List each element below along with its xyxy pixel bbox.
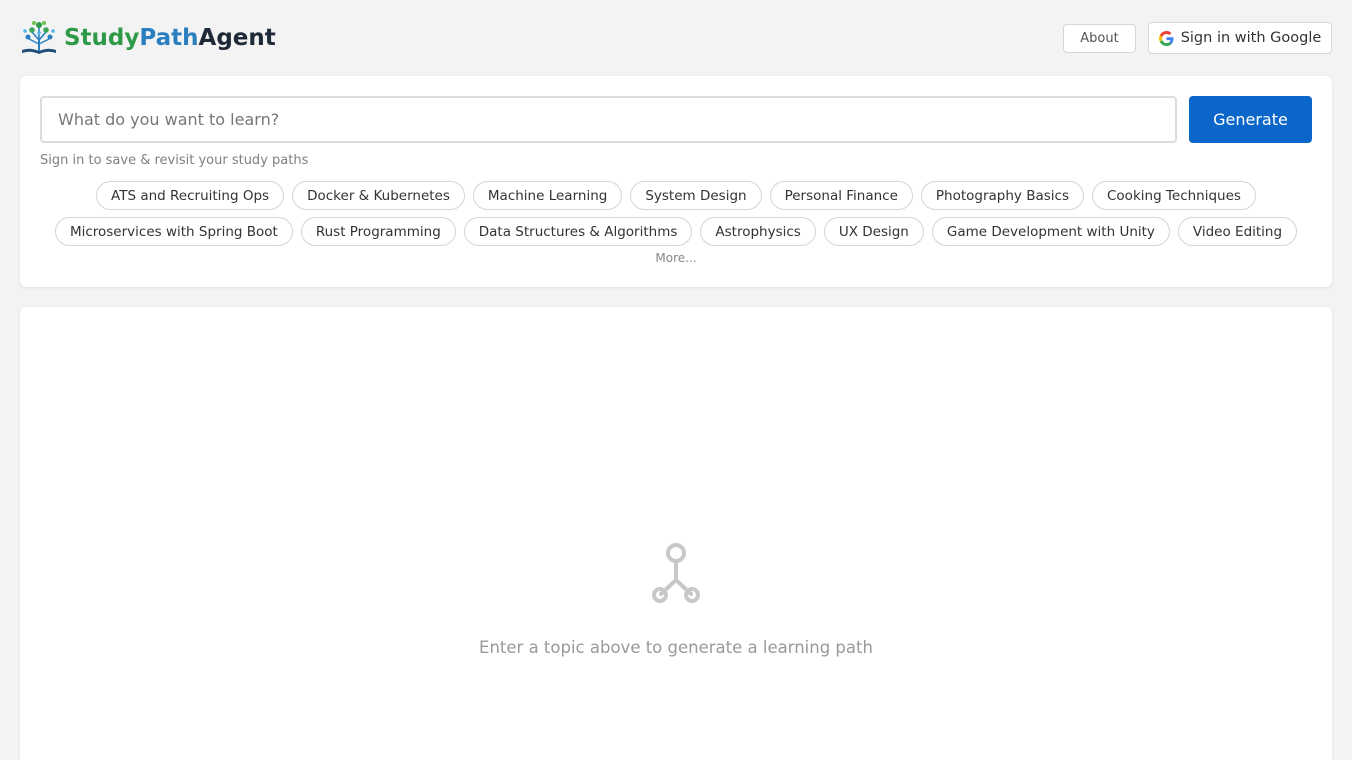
suggestion-chip[interactable]: UX Design (823, 217, 924, 246)
suggestion-chip[interactable]: Docker & Kubernetes (292, 181, 465, 210)
empty-state-message: Enter a topic above to generate a learni… (479, 638, 873, 657)
sign-in-hint: Sign in to save & revisit your study pat… (40, 153, 309, 168)
brand-part-path: Path (139, 25, 199, 51)
suggestion-chip[interactable]: Astrophysics (700, 217, 816, 246)
suggestion-chip[interactable]: ATS and Recruiting Ops (96, 181, 285, 210)
generate-button[interactable]: Generate (1189, 96, 1312, 143)
brand-part-agent: Agent (198, 25, 276, 51)
suggestion-chip[interactable]: Cooking Techniques (1092, 181, 1256, 210)
learning-path-panel: Enter a topic above to generate a learni… (20, 307, 1332, 760)
header: StudyPathAgent About Sign in with Google (0, 0, 1352, 76)
suggestion-row-1: ATS and Recruiting Ops Docker & Kubernet… (20, 181, 1332, 210)
brand-part-study: Study (64, 25, 140, 51)
suggestion-chip[interactable]: Video Editing (1177, 217, 1298, 246)
branch-path-icon (652, 543, 700, 603)
suggestion-chip[interactable]: Rust Programming (300, 217, 456, 246)
logo[interactable]: StudyPathAgent (20, 18, 276, 58)
suggestion-chip[interactable]: Data Structures & Algorithms (463, 217, 693, 246)
suggestion-chip[interactable]: Personal Finance (769, 181, 913, 210)
search-panel: Generate Sign in to save & revisit your … (20, 76, 1332, 287)
sign-in-google-button[interactable]: Sign in with Google (1148, 22, 1332, 54)
suggestion-chip[interactable]: Game Development with Unity (931, 217, 1170, 246)
google-icon (1158, 30, 1174, 46)
suggestion-chip[interactable]: System Design (630, 181, 762, 210)
tree-book-icon (22, 21, 56, 54)
about-button[interactable]: About (1063, 24, 1136, 53)
suggestion-chip[interactable]: Machine Learning (472, 181, 623, 210)
suggestion-chip[interactable]: Photography Basics (920, 181, 1084, 210)
sign-in-label: Sign in with Google (1180, 30, 1322, 46)
suggestion-chip[interactable]: Microservices with Spring Boot (54, 217, 293, 246)
more-suggestions-link[interactable]: More... (20, 251, 1332, 265)
brand-name: StudyPathAgent (64, 25, 276, 51)
suggestion-row-2: Microservices with Spring Boot Rust Prog… (20, 217, 1332, 246)
topic-search-input[interactable] (40, 96, 1177, 143)
